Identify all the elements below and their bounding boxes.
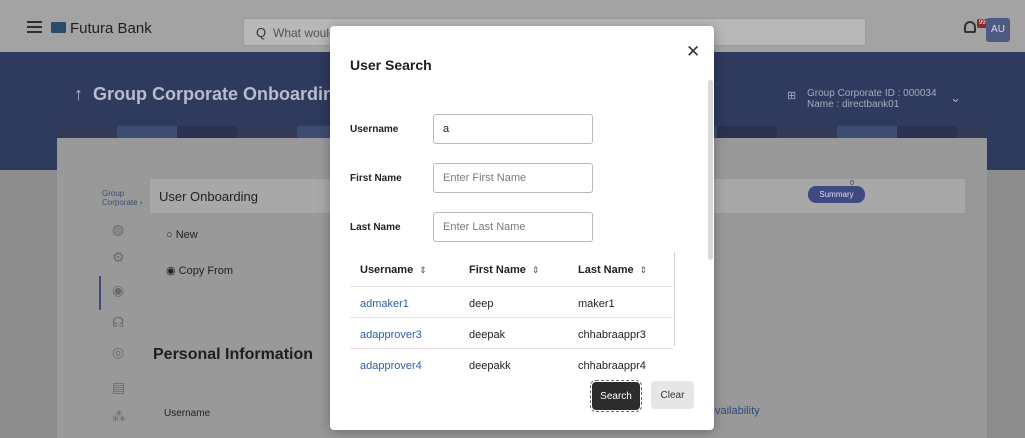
table-scrollbar[interactable] — [674, 252, 680, 346]
hamburger-menu-icon[interactable] — [27, 21, 42, 33]
users-group-icon[interactable]: ⚙ — [112, 249, 125, 266]
username-link[interactable]: adapprover3 — [360, 329, 422, 341]
row-divider — [350, 286, 673, 287]
people-icon[interactable]: ☊ — [112, 314, 124, 331]
last-name-cell: chhabraappr4 — [578, 360, 646, 372]
breadcrumb[interactable]: Group Corporate › — [102, 189, 142, 207]
breadcrumb-line2: Corporate › — [102, 198, 142, 207]
summary-count: 0 — [850, 180, 854, 187]
close-icon[interactable]: ✕ — [686, 42, 700, 62]
summary-button[interactable]: Summary — [808, 186, 865, 203]
clear-button[interactable]: Clear — [651, 381, 694, 409]
group-corporate-info: Group Corporate ID : 000034 Name : direc… — [807, 88, 937, 110]
modal-scrollbar[interactable] — [708, 80, 713, 260]
page-title-text: Group Corporate Onboardin — [93, 84, 334, 104]
column-header-last-name[interactable]: Last Name ⇕ — [578, 264, 647, 276]
last-name-cell: chhabraappr3 — [578, 329, 646, 341]
row-divider — [350, 348, 673, 349]
notification-bell-icon[interactable] — [964, 21, 976, 33]
column-header-first-name-label: First Name — [469, 264, 526, 276]
personal-info-title: Personal Information — [153, 346, 314, 363]
username-link[interactable]: adapprover4 — [360, 360, 422, 372]
global-search-placeholder: What would — [273, 26, 336, 40]
globe-icon[interactable]: ◍ — [112, 221, 124, 238]
check-availability-link[interactable]: vailability — [715, 405, 760, 417]
shield-icon[interactable]: ◎ — [112, 344, 124, 361]
search-button[interactable]: Search — [590, 380, 642, 412]
breadcrumb-line1: Group — [102, 189, 125, 198]
username-input[interactable] — [433, 114, 593, 144]
first-name-cell: deepakk — [469, 360, 511, 372]
document-icon[interactable]: ▤ — [112, 379, 125, 396]
radio-copy-from-label: Copy From — [178, 265, 234, 277]
page-title: ↑ Group Corporate Onboardin — [74, 84, 334, 105]
column-header-first-name[interactable]: First Name ⇕ — [469, 264, 539, 276]
section-title: User Onboarding — [159, 189, 258, 204]
first-name-field-label: First Name — [350, 173, 402, 184]
row-divider — [350, 317, 673, 318]
first-name-input[interactable] — [433, 163, 593, 193]
sort-icon: ⇕ — [639, 265, 648, 275]
modal-title: User Search — [350, 57, 432, 73]
username-link[interactable]: admaker1 — [360, 298, 409, 310]
user-pin-icon[interactable]: ◉ — [112, 282, 124, 299]
radio-new[interactable]: ○ New — [166, 229, 198, 241]
group-corporate-name: Name : directbank01 — [807, 99, 900, 110]
search-icon: Q — [256, 25, 267, 40]
chevron-right-icon: › — [139, 198, 143, 207]
username-label: Username — [164, 408, 211, 419]
user-avatar[interactable]: AU — [986, 18, 1010, 42]
first-name-cell: deepak — [469, 329, 506, 341]
network-icon[interactable]: ⁂ — [112, 408, 126, 425]
radio-selected-icon: ◉ — [166, 265, 176, 277]
first-name-cell: deep — [469, 298, 494, 310]
column-header-username[interactable]: Username ⇕ — [360, 264, 427, 276]
last-name-field-label: Last Name — [350, 222, 401, 233]
user-search-modal: User Search ✕ Username First Name Last N… — [330, 26, 714, 430]
back-arrow-icon[interactable]: ↑ — [74, 84, 83, 104]
brand-name: Futura Bank — [70, 20, 152, 37]
bank-logo-icon — [51, 22, 66, 33]
column-header-last-name-label: Last Name — [578, 264, 634, 276]
breadcrumb-line2-text: Corporate — [102, 198, 138, 207]
active-step-indicator — [99, 276, 101, 310]
column-header-username-label: Username — [360, 264, 414, 276]
sort-icon: ⇕ — [419, 265, 427, 275]
radio-copy-from[interactable]: ◉ Copy From — [166, 264, 233, 277]
last-name-input[interactable] — [433, 212, 593, 242]
sort-icon: ⇕ — [531, 265, 540, 275]
group-corporate-id: Group Corporate ID : 000034 — [807, 88, 937, 99]
radio-empty-icon: ○ — [166, 229, 173, 241]
org-chart-icon: ⊞ — [787, 90, 797, 102]
last-name-cell: maker1 — [578, 298, 615, 310]
username-field-label: Username — [350, 124, 399, 135]
chevron-down-icon[interactable]: ⌄ — [950, 90, 961, 106]
radio-new-label: New — [175, 229, 198, 241]
